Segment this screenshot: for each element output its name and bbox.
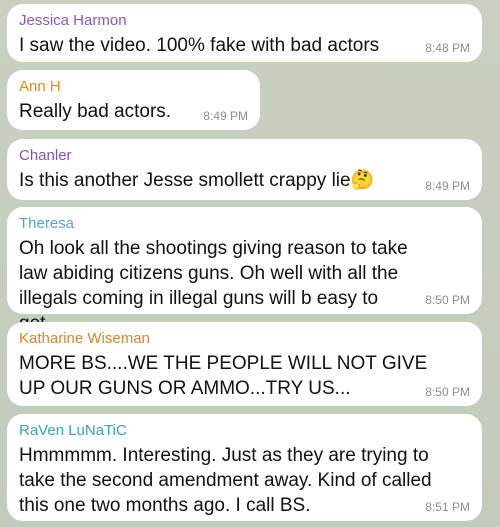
message-bubble[interactable]: Chanler Is this another Jesse smollett c… [7, 139, 482, 200]
message-bubble[interactable]: RaVen LuNaTiC Hmmmmm. Interesting. Just … [7, 414, 482, 521]
message-time: 8:48 PM [425, 41, 470, 55]
message-text: Oh look all the shootings giving reason … [19, 238, 408, 334]
message-sender[interactable]: Katharine Wiseman [19, 330, 470, 348]
message-sender[interactable]: Theresa [19, 215, 470, 233]
message-sender[interactable]: Ann H [19, 78, 248, 96]
message-text: Is this another Jesse smollett crappy li… [19, 168, 470, 193]
message-text: I saw the video. 100% fake with bad acto… [19, 35, 380, 56]
message-time: 8:49 PM [203, 109, 248, 123]
message-text: Hmmmmm. Interesting. Just as they are tr… [19, 445, 432, 516]
thinking-face-icon: 🤔 [350, 169, 375, 191]
message-bubble[interactable]: Jessica Harmon I saw the video. 100% fak… [7, 4, 482, 62]
message-time: 8:49 PM [425, 179, 470, 193]
message-text-content: Is this another Jesse smollett crappy li… [19, 170, 351, 191]
message-text: MORE BS....WE THE PEOPLE WILL NOT GIVE U… [19, 353, 428, 399]
message-time: 8:51 PM [425, 500, 470, 514]
message-time: 8:50 PM [425, 385, 470, 399]
message-sender[interactable]: Jessica Harmon [19, 12, 470, 30]
message-sender[interactable]: Chanler [19, 147, 470, 165]
message-bubble[interactable]: Theresa Oh look all the shootings giving… [7, 207, 482, 334]
message-time: 8:50 PM [425, 293, 470, 307]
message-bubble[interactable]: Ann H Really bad actors. 8:49 PM [7, 70, 260, 130]
message-sender[interactable]: RaVen LuNaTiC [19, 422, 470, 440]
message-bubble[interactable]: Katharine Wiseman MORE BS....WE THE PEOP… [7, 322, 482, 406]
chat-history: Jessica Harmon I saw the video. 100% fak… [0, 0, 500, 527]
